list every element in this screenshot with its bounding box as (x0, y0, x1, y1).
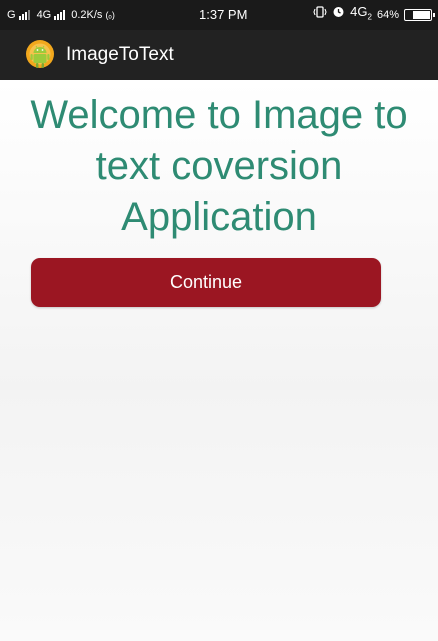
signal-icon (18, 10, 30, 20)
data-speed: 0.2K/s (71, 9, 103, 21)
hotspot-icon: (ₒ) (105, 10, 115, 20)
battery-icon (404, 9, 435, 21)
signal-icon-2 (54, 10, 66, 20)
welcome-heading: Welcome to Image to text coversion Appli… (30, 93, 408, 239)
status-left: G 4G 0.2K/s (ₒ) (7, 0, 115, 30)
alarm-icon (332, 0, 345, 30)
vibrate-icon (313, 0, 327, 30)
app-bar: ImageToText (0, 30, 438, 80)
carrier-2-label: 4G (36, 9, 52, 21)
app-title: ImageToText (66, 44, 174, 65)
carrier-1-label: G (7, 9, 16, 21)
status-time: 1:37 PM (199, 7, 248, 22)
android-icon (26, 40, 54, 68)
main-content: Welcome to Image to text coversion Appli… (0, 80, 438, 641)
battery-percent: 64% (376, 9, 399, 21)
network-type: 4G2 (350, 4, 372, 22)
status-right: 4G2 64% (313, 0, 435, 30)
battery-fill (413, 11, 430, 19)
continue-button[interactable]: Continue (31, 258, 381, 307)
status-bar: G 4G 0.2K/s (ₒ) 1:37 PM 4G2 64% (0, 0, 438, 30)
